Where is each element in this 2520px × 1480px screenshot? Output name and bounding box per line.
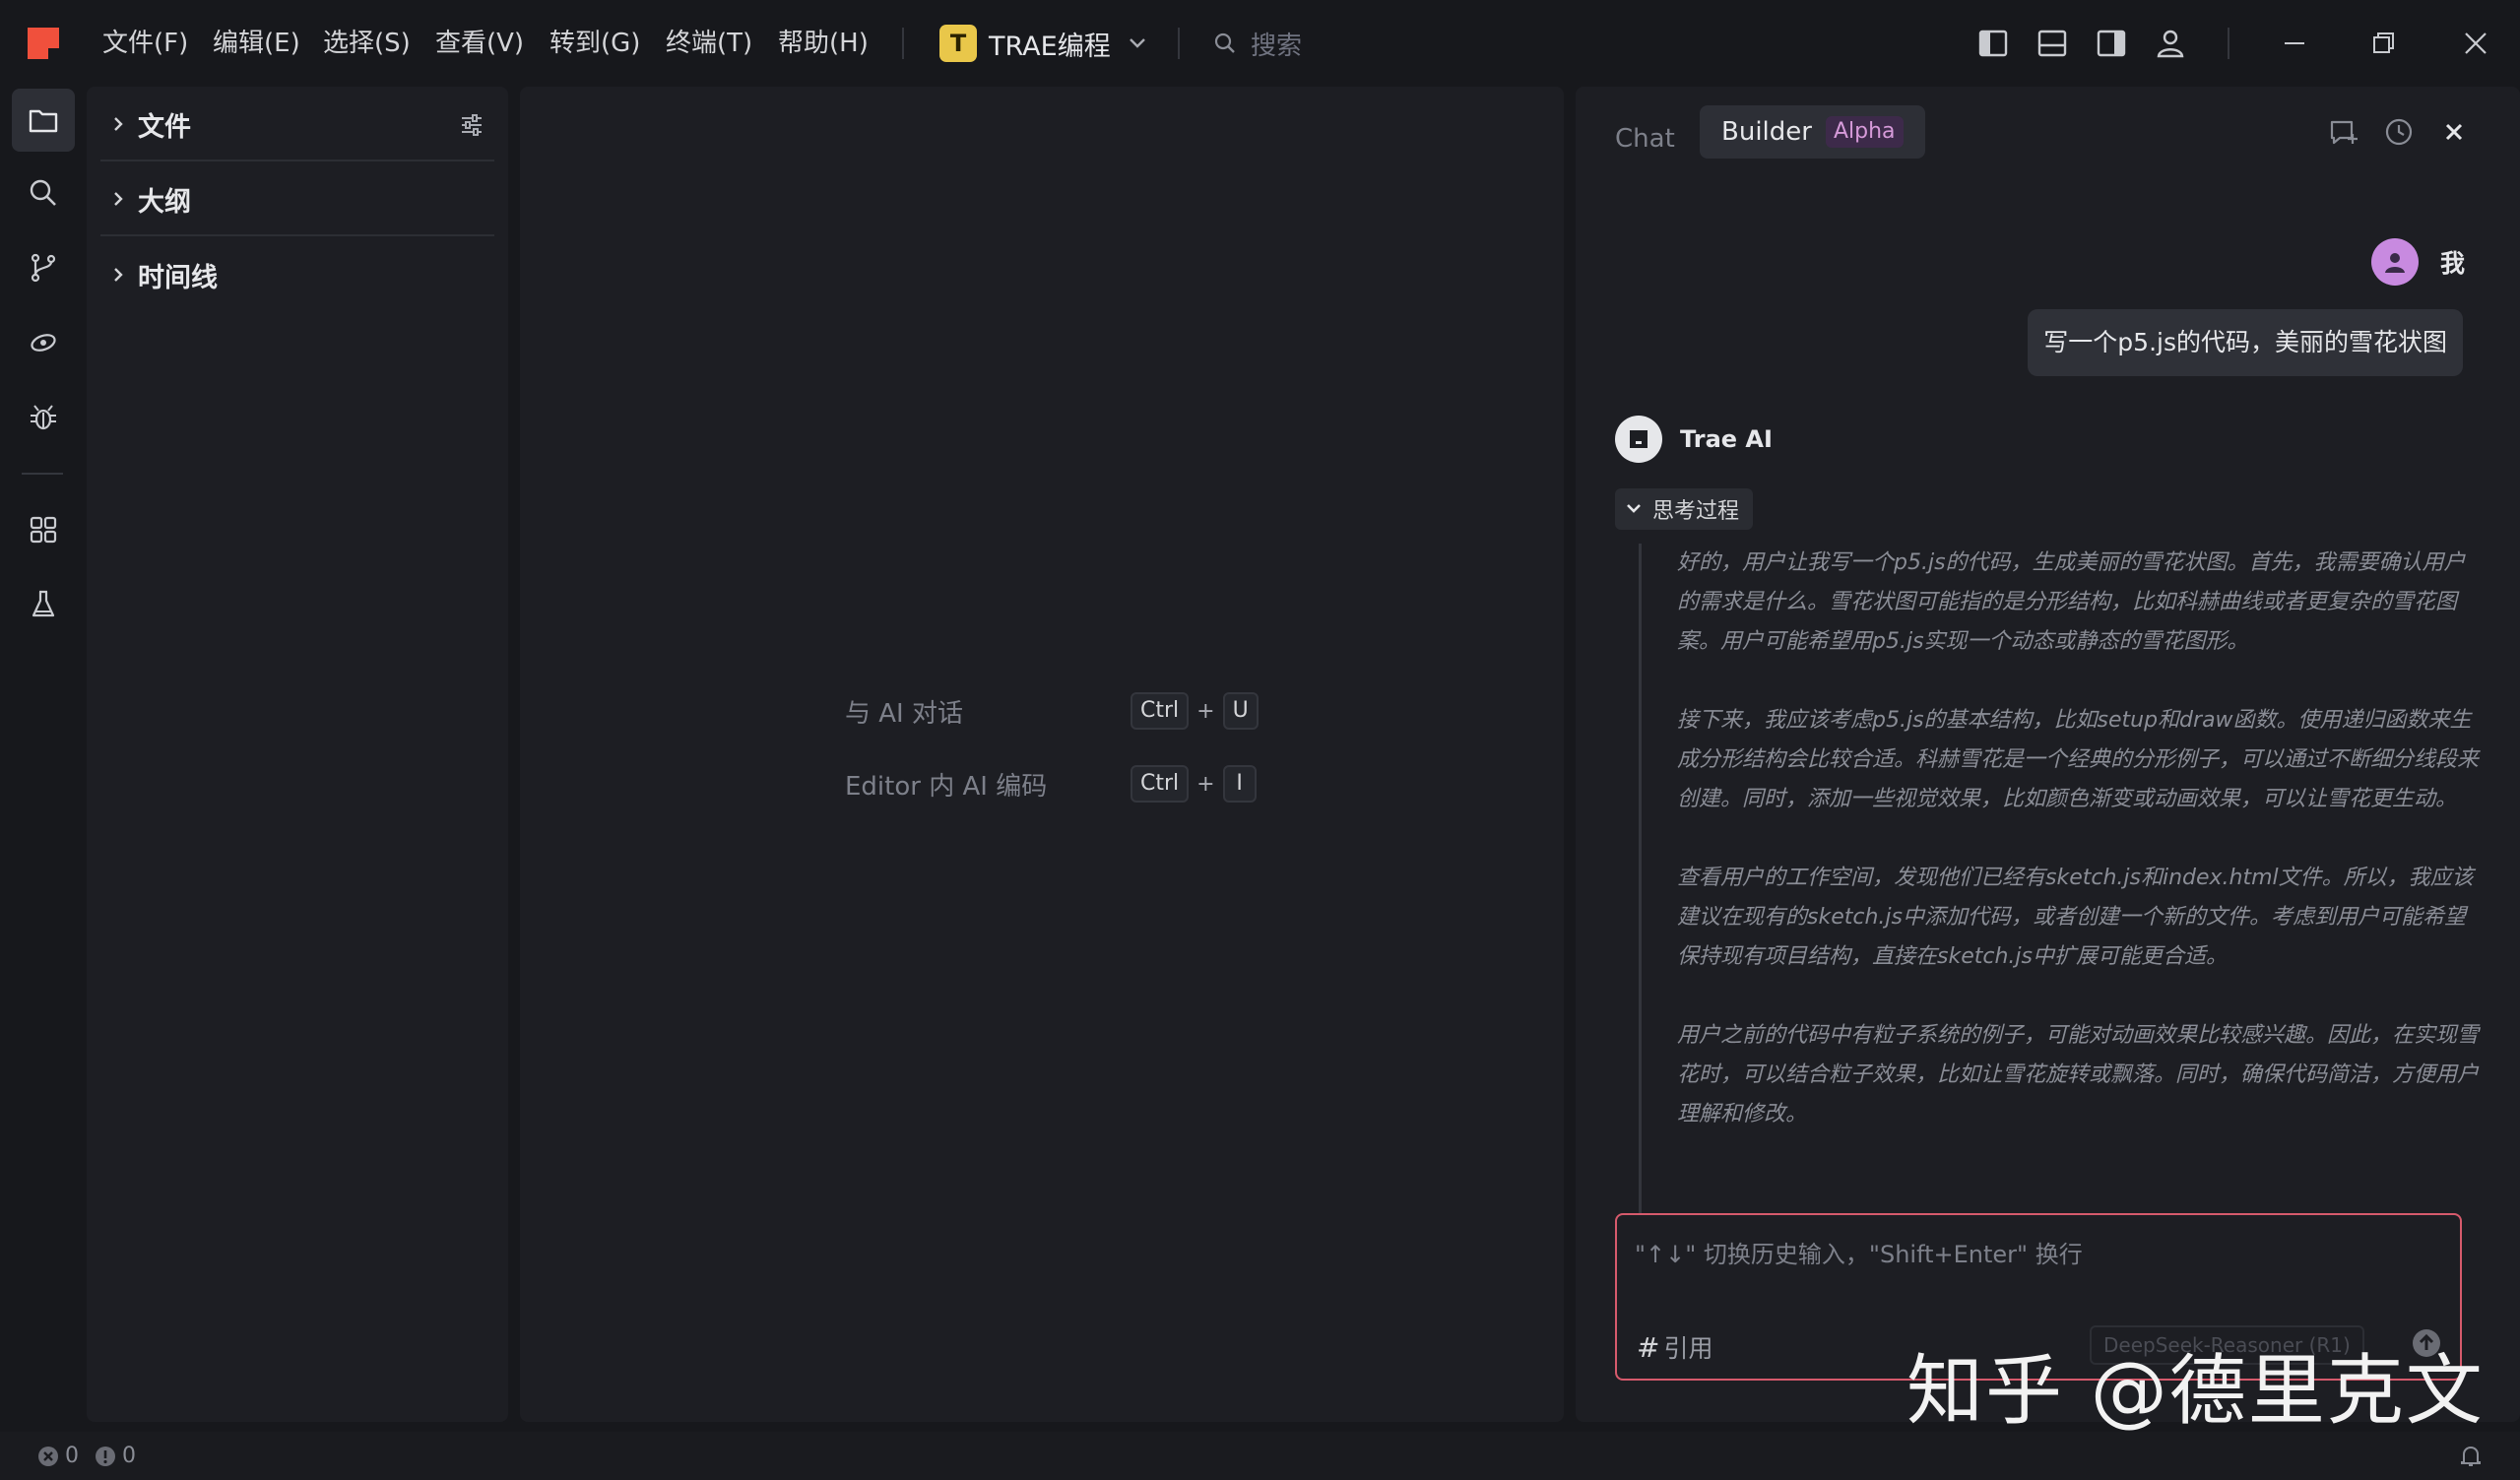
search-icon[interactable] <box>12 161 75 225</box>
ai-panel: Chat Builder Alpha 我 写一个p5.js的代码，美丽的雪花状图… <box>1576 87 2520 1422</box>
thinking-toggle[interactable]: 思考过程 <box>1615 488 1754 530</box>
thinking-label: 思考过程 <box>1652 499 1740 524</box>
toggle-panel-icon[interactable] <box>2035 26 2070 61</box>
menu-goto[interactable]: 转到(G) <box>549 24 640 63</box>
restore-icon[interactable] <box>2365 26 2401 61</box>
user-avatar <box>2370 238 2419 286</box>
toggle-primary-sidebar-icon[interactable] <box>1975 26 2011 61</box>
section-outline[interactable]: 大纲 <box>100 163 494 236</box>
user-message-header: 我 <box>2370 238 2465 286</box>
tab-builder[interactable]: Builder Alpha <box>1700 105 1925 159</box>
menu-edit[interactable]: 编辑(E) <box>213 24 300 63</box>
warning-count: 0 <box>122 1444 136 1468</box>
project-badge: T <box>939 25 977 62</box>
key-i: I <box>1222 765 1257 803</box>
thinking-paragraph: 用户之前的代码中有粒子系统的例子，可能对动画效果比较感兴趣。因此，在实现雪花时，… <box>1677 1023 2480 1126</box>
new-chat-icon[interactable] <box>1818 114 1853 150</box>
history-icon[interactable] <box>2381 114 2417 150</box>
close-window-icon[interactable] <box>2458 26 2493 61</box>
hash-icon: # <box>1637 1330 1660 1364</box>
menu-terminal[interactable]: 终端(T) <box>666 24 752 63</box>
source-control-icon[interactable] <box>12 236 75 299</box>
tab-builder-label: Builder <box>1721 117 1812 147</box>
section-files-title: 文件 <box>138 111 191 143</box>
hint-inline-ai: Editor 内 AI 编码 Ctrl + I <box>845 762 1257 805</box>
flask-icon[interactable] <box>12 573 75 636</box>
hint-ai-chat: 与 AI 对话 Ctrl + U <box>845 689 1259 733</box>
section-outline-title: 大纲 <box>138 186 191 218</box>
filter-settings-icon[interactable] <box>459 112 485 138</box>
key-plus: + <box>1196 698 1215 724</box>
key-u: U <box>1222 692 1259 730</box>
debug-icon[interactable] <box>12 386 75 449</box>
assistant-name: Trae AI <box>1680 425 1773 453</box>
tab-chat[interactable]: Chat <box>1615 114 1675 163</box>
assistant-message-header: Trae AI <box>1615 416 1773 463</box>
activity-bar <box>0 87 87 1432</box>
thinking-content: 好的，用户让我写一个p5.js的代码，生成美丽的雪花状图。首先，我需要确认用户的… <box>1639 544 2482 1278</box>
thinking-paragraph: 接下来，我应该考虑p5.js的基本结构，比如setup和draw函数。使用递归函… <box>1677 708 2480 811</box>
folder-icon[interactable] <box>12 89 75 152</box>
hint-label: 与 AI 对话 <box>845 698 963 729</box>
watermark: 知乎 @德里克文 <box>1906 1347 2485 1436</box>
menu-divider <box>902 28 904 59</box>
close-panel-icon[interactable] <box>2436 114 2472 150</box>
menu-view[interactable]: 查看(V) <box>435 24 524 63</box>
chevron-right-icon <box>112 190 124 208</box>
status-bar: 0 0 <box>0 1432 2520 1480</box>
section-files[interactable]: 文件 <box>100 89 494 161</box>
title-bar: 文件(F) 编辑(E) 选择(S) 查看(V) 转到(G) 终端(T) 帮助(H… <box>0 0 2520 87</box>
status-errors[interactable]: 0 0 <box>37 1444 136 1468</box>
window-controls-divider <box>2228 28 2229 59</box>
trae-ai-avatar <box>1615 416 1662 463</box>
thinking-paragraph: 查看用户的工作空间，发现他们已经有sketch.js和index.html文件。… <box>1677 866 2474 969</box>
project-switcher[interactable]: T TRAE编程 <box>939 24 1146 63</box>
extensions-icon[interactable] <box>12 498 75 561</box>
key-ctrl: Ctrl <box>1131 692 1190 730</box>
explorer-panel: 文件 大纲 时间线 <box>87 87 508 1422</box>
chat-input-placeholder: "↑↓" 切换历史输入，"Shift+Enter" 换行 <box>1635 1241 2083 1268</box>
chevron-down-icon <box>1625 503 1643 515</box>
project-divider <box>1178 28 1180 59</box>
toggle-secondary-sidebar-icon[interactable] <box>2094 26 2129 61</box>
reference-label: 引用 <box>1663 1334 1713 1363</box>
thinking-paragraph: 好的，用户让我写一个p5.js的代码，生成美丽的雪花状图。首先，我需要确认用户的… <box>1677 550 2466 654</box>
notifications-bell-icon[interactable] <box>2458 1444 2484 1469</box>
search-placeholder: 搜索 <box>1251 31 1303 61</box>
hint-label: Editor 内 AI 编码 <box>845 771 1048 802</box>
warning-icon <box>95 1446 116 1467</box>
user-name: 我 <box>2439 249 2465 278</box>
chevron-down-icon <box>1129 37 1146 49</box>
search-icon <box>1213 32 1237 55</box>
trae-logo[interactable] <box>28 28 59 59</box>
minimize-icon[interactable] <box>2277 26 2312 61</box>
chevron-right-icon <box>112 266 124 284</box>
menu-file[interactable]: 文件(F) <box>102 24 188 63</box>
section-timeline[interactable]: 时间线 <box>100 238 494 311</box>
editor-area[interactable]: 与 AI 对话 Ctrl + U Editor 内 AI 编码 Ctrl + I <box>520 87 1564 1422</box>
section-timeline-title: 时间线 <box>138 262 218 293</box>
ai-eye-icon[interactable] <box>12 311 75 374</box>
error-icon <box>37 1446 59 1467</box>
key-plus: + <box>1196 771 1215 797</box>
activity-separator <box>22 473 63 475</box>
new-chat-icon[interactable] <box>2326 114 2361 150</box>
reference-button[interactable]: # 引用 <box>1637 1327 1712 1367</box>
menu-help[interactable]: 帮助(H) <box>778 24 869 63</box>
error-count: 0 <box>65 1444 79 1468</box>
menu-selection[interactable]: 选择(S) <box>323 24 411 63</box>
project-name: TRAE编程 <box>989 31 1111 62</box>
key-ctrl: Ctrl <box>1131 765 1190 803</box>
chevron-right-icon <box>112 115 124 133</box>
account-icon[interactable] <box>2153 26 2188 61</box>
search-input[interactable]: 搜索 <box>1213 24 1302 63</box>
user-message-bubble: 写一个p5.js的代码，美丽的雪花状图 <box>2028 309 2463 376</box>
